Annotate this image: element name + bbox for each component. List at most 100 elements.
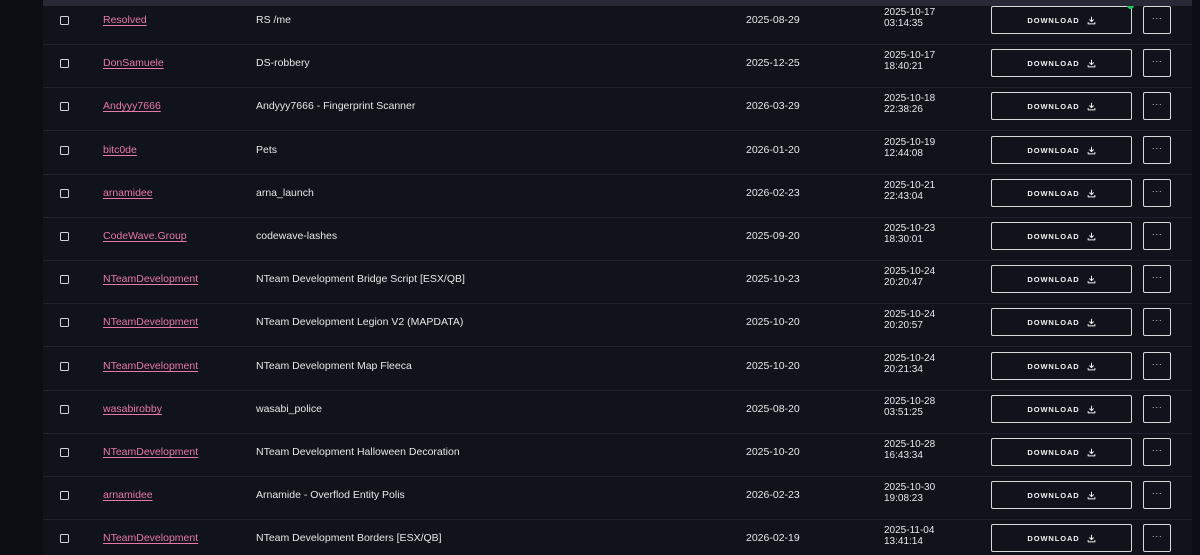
author-link[interactable]: NTeamDevelopment (103, 360, 198, 372)
row-checkbox[interactable] (60, 275, 69, 284)
more-icon: ··· (1151, 185, 1163, 196)
download-button[interactable]: DOWNLOAD (991, 481, 1132, 509)
more-options-button[interactable]: ··· (1143, 481, 1171, 509)
author-link[interactable]: wasabirobby (103, 403, 162, 415)
updated-time: 03:51:25 (884, 407, 923, 418)
author-link[interactable]: bitc0de (103, 144, 137, 156)
updated-timestamp: 2025-10-19 12:44:08 (884, 137, 935, 159)
row-checkbox[interactable] (60, 146, 69, 155)
download-button[interactable]: DOWNLOAD (991, 136, 1132, 164)
updated-date: 2025-10-17 (884, 7, 936, 18)
updated-date: 2025-10-30 (884, 482, 936, 493)
row-checkbox[interactable] (60, 534, 69, 543)
table-row: Resolved RS /me 2025-08-29 2025-10-17 03… (43, 6, 1192, 45)
more-options-button[interactable]: ··· (1143, 352, 1171, 380)
download-button[interactable]: DOWNLOAD (991, 438, 1132, 466)
updated-timestamp: 2025-10-21 22:43:04 (884, 180, 935, 202)
row-checkbox[interactable] (60, 405, 69, 414)
more-options-button[interactable]: ··· (1143, 136, 1171, 164)
more-options-button[interactable]: ··· (1143, 524, 1171, 552)
download-button[interactable]: DOWNLOAD (991, 49, 1132, 77)
resource-name: NTeam Development Borders [ESX/QB] (256, 532, 442, 544)
expiry-date: 2026-02-23 (746, 187, 800, 199)
download-icon (1087, 448, 1095, 456)
updated-date: 2025-10-24 (884, 353, 936, 364)
author-link[interactable]: arnamidee (103, 187, 153, 199)
download-button[interactable]: DOWNLOAD (991, 395, 1132, 423)
download-label: DOWNLOAD (1027, 404, 1080, 414)
more-options-button[interactable]: ··· (1143, 308, 1171, 336)
download-button[interactable]: DOWNLOAD (991, 92, 1132, 120)
row-checkbox[interactable] (60, 189, 69, 198)
more-options-button[interactable]: ··· (1143, 395, 1171, 423)
updated-timestamp: 2025-10-18 22:38:26 (884, 93, 935, 115)
row-checkbox[interactable] (60, 102, 69, 111)
updated-time: 20:20:47 (884, 277, 923, 288)
author-link[interactable]: Andyyy7666 (103, 100, 161, 112)
expiry-date: 2025-08-20 (746, 403, 800, 415)
updated-time: 03:14:35 (884, 18, 923, 29)
page: Resolved RS /me 2025-08-29 2025-10-17 03… (0, 0, 1200, 555)
author-link[interactable]: NTeamDevelopment (103, 316, 198, 328)
download-label: DOWNLOAD (1027, 145, 1080, 155)
expiry-date: 2025-08-29 (746, 14, 800, 26)
expiry-date: 2025-09-20 (746, 230, 800, 242)
download-icon (1087, 189, 1095, 197)
resource-name: NTeam Development Map Fleeca (256, 360, 412, 372)
author-link[interactable]: DonSamuele (103, 57, 164, 69)
download-icon (1087, 146, 1095, 154)
author-link[interactable]: NTeamDevelopment (103, 273, 198, 285)
updated-timestamp: 2025-10-24 20:21:34 (884, 353, 935, 375)
resource-name: DS-robbery (256, 57, 310, 69)
download-button[interactable]: DOWNLOAD (991, 222, 1132, 250)
author-link[interactable]: NTeamDevelopment (103, 532, 198, 544)
author-link[interactable]: NTeamDevelopment (103, 446, 198, 458)
more-icon: ··· (1151, 12, 1163, 23)
download-label: DOWNLOAD (1027, 447, 1080, 457)
more-icon: ··· (1151, 358, 1163, 369)
download-button[interactable]: DOWNLOAD (991, 308, 1132, 336)
updated-time: 12:44:08 (884, 148, 923, 159)
more-icon: ··· (1151, 228, 1163, 239)
more-options-button[interactable]: ··· (1143, 222, 1171, 250)
download-icon (1087, 232, 1095, 240)
download-button[interactable]: DOWNLOAD (991, 179, 1132, 207)
updated-date: 2025-10-23 (884, 223, 936, 234)
more-options-button[interactable]: ··· (1143, 179, 1171, 207)
download-button[interactable]: DOWNLOAD (991, 6, 1132, 34)
more-options-button[interactable]: ··· (1143, 438, 1171, 466)
row-checkbox[interactable] (60, 59, 69, 68)
author-link[interactable]: Resolved (103, 14, 147, 26)
row-checkbox[interactable] (60, 232, 69, 241)
expiry-date: 2025-10-23 (746, 273, 800, 285)
more-options-button[interactable]: ··· (1143, 265, 1171, 293)
row-checkbox[interactable] (60, 362, 69, 371)
resource-name: NTeam Development Halloween Decoration (256, 446, 460, 458)
author-link[interactable]: CodeWave.Group (103, 230, 187, 242)
download-button[interactable]: DOWNLOAD (991, 352, 1132, 380)
table-row: NTeamDevelopment NTeam Development Map F… (43, 348, 1192, 391)
row-checkbox[interactable] (60, 16, 69, 25)
download-icon (1087, 102, 1095, 110)
download-label: DOWNLOAD (1027, 15, 1080, 25)
updated-time: 20:21:34 (884, 364, 923, 375)
more-icon: ··· (1151, 444, 1163, 455)
row-checkbox[interactable] (60, 318, 69, 327)
author-link[interactable]: arnamidee (103, 489, 153, 501)
updated-date: 2025-10-28 (884, 439, 936, 450)
expiry-date: 2026-02-23 (746, 489, 800, 501)
updated-time: 22:43:04 (884, 191, 923, 202)
updated-date: 2025-10-24 (884, 309, 936, 320)
download-button[interactable]: DOWNLOAD (991, 265, 1132, 293)
download-label: DOWNLOAD (1027, 101, 1080, 111)
row-checkbox[interactable] (60, 491, 69, 500)
download-icon (1087, 405, 1095, 413)
more-options-button[interactable]: ··· (1143, 6, 1171, 34)
updated-time: 18:30:01 (884, 234, 923, 245)
more-options-button[interactable]: ··· (1143, 92, 1171, 120)
row-checkbox[interactable] (60, 448, 69, 457)
table-row: DonSamuele DS-robbery 2025-12-25 2025-10… (43, 45, 1192, 88)
download-label: DOWNLOAD (1027, 317, 1080, 327)
download-button[interactable]: DOWNLOAD (991, 524, 1132, 552)
more-options-button[interactable]: ··· (1143, 49, 1171, 77)
